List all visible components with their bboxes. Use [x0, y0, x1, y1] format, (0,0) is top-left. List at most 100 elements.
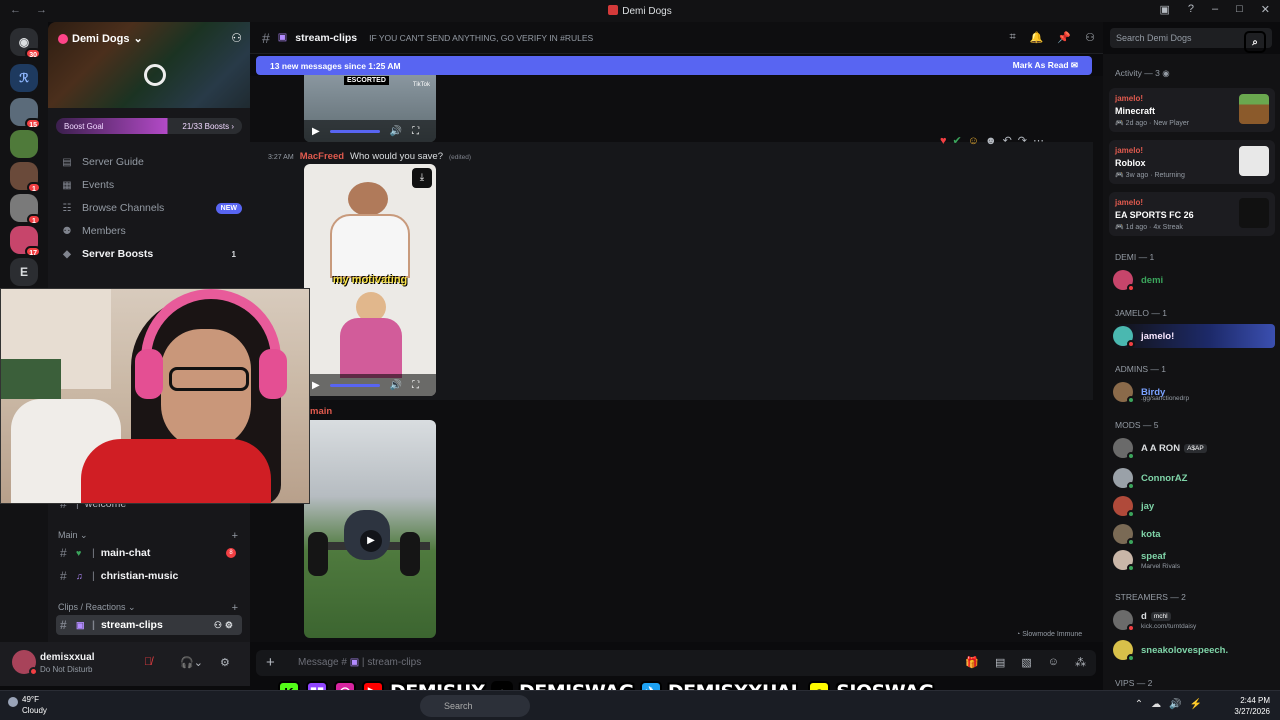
add-reaction-icon[interactable]: ☻	[985, 135, 997, 147]
gift-icon[interactable]: 🎁	[965, 656, 979, 669]
member-kota[interactable]: kota	[1113, 522, 1273, 546]
gif-icon[interactable]: ▤	[995, 656, 1005, 669]
apps-icon[interactable]: ⁂	[1075, 656, 1086, 669]
nav-server-boosts[interactable]: ◆ Server Boosts 1	[56, 244, 242, 264]
server-icon-r[interactable]: ℛ	[10, 64, 38, 92]
bell-icon[interactable]: 🔔	[1030, 31, 1044, 44]
message-author[interactable]: main	[310, 406, 332, 417]
invite-icon[interactable]: ⚇	[231, 31, 242, 45]
server-icon-4[interactable]: 1	[10, 194, 41, 225]
server-icon-e[interactable]: E	[10, 258, 38, 286]
channel-topic[interactable]: IF YOU CAN'T SEND ANYTHING, GO VERIFY IN…	[369, 33, 593, 43]
avatar[interactable]	[12, 650, 38, 676]
headphones-icon[interactable]: 🎧⌄	[180, 656, 203, 669]
member-aaron[interactable]: A A RON A$AP	[1113, 436, 1273, 460]
search-input[interactable]: Search Demi Dogs ⌕	[1110, 28, 1272, 53]
activity-card[interactable]: jamelo! EA SPORTS FC 26 🎮 1d ago · 4x St…	[1109, 192, 1275, 236]
gear-icon[interactable]: ⚙	[220, 656, 230, 669]
progress-bar[interactable]	[329, 383, 380, 387]
activity-card[interactable]: jamelo! Roblox 🎮 3w ago · Returning	[1109, 140, 1275, 184]
more-icon[interactable]: ⋯	[1033, 134, 1044, 147]
maximize-button[interactable]: □	[1236, 3, 1243, 16]
channel-main-chat[interactable]: # ♥ | main-chat 8	[56, 543, 242, 563]
video-attachment[interactable]: ▶	[304, 420, 436, 638]
video-attachment[interactable]: ESCORTED TikTok ▶ 🔊 ⛶	[304, 70, 436, 142]
server-icon-3[interactable]: 1	[10, 162, 41, 193]
forward-icon[interactable]: ↷	[1018, 134, 1027, 147]
server-icon-demi-dogs[interactable]: 17	[10, 226, 41, 257]
avatar	[1113, 550, 1135, 572]
taskbar-search[interactable]: Search	[420, 695, 530, 717]
inbox-icon[interactable]: ▣	[1159, 3, 1169, 16]
member-jay[interactable]: jay	[1113, 494, 1273, 518]
fullscreen-icon[interactable]: ⛶	[412, 380, 419, 391]
channel-christian-music[interactable]: # ♫ | christian-music	[56, 566, 242, 586]
weather-icon	[8, 697, 18, 707]
close-button[interactable]: ✕	[1261, 3, 1270, 16]
fullscreen-icon[interactable]: ⛶	[412, 126, 419, 137]
server-badge-icon	[58, 33, 68, 44]
message-composer[interactable]: + Message # ▣ | stream-clips 🎁 ▤ ▧ ☺ ⁂	[256, 650, 1096, 676]
server-icon-1[interactable]: 15	[10, 98, 41, 129]
group-heading: STREAMERS — 2	[1115, 592, 1186, 602]
member-birdy[interactable]: Birdy .gg/sanctionedrp	[1113, 380, 1273, 404]
avatar	[1113, 382, 1135, 404]
composer-placeholder: Message # ▣ | stream-clips	[298, 657, 422, 668]
boost-goal-bar[interactable]: Boost Goal 21/33 Boosts ›	[56, 118, 242, 134]
member-connor[interactable]: ConnorAZ	[1113, 466, 1273, 490]
sticker-icon[interactable]: ▧	[1021, 656, 1031, 669]
new-messages-bar[interactable]: 13 new messages since 1:25 AM Mark As Re…	[256, 56, 1092, 75]
emoji-icon[interactable]: ☺	[1048, 656, 1059, 669]
status-icon	[1127, 482, 1135, 490]
channel-settings-icon[interactable]: ⚇⚙	[214, 620, 236, 631]
server-icon-2[interactable]	[10, 130, 38, 158]
nav-browse-channels[interactable]: ☷ Browse Channels NEW	[56, 198, 242, 218]
laugh-reaction-icon[interactable]: ☺	[968, 135, 979, 147]
member-d[interactable]: d mchl kick.com/turntdaisy	[1113, 608, 1273, 632]
server-name-dropdown[interactable]: Demi Dogs ⌄	[58, 32, 143, 45]
member-jamelo[interactable]: jamelo!	[1113, 324, 1275, 348]
server-banner[interactable]: Demi Dogs ⌄ ⚇	[48, 22, 250, 108]
weather-widget[interactable]: 49°F Cloudy	[22, 694, 47, 716]
message-author[interactable]: MacFreed	[300, 151, 344, 162]
system-tray[interactable]: ⌃☁🔊⚡	[1135, 699, 1210, 710]
member-list-icon[interactable]: ⚇	[1085, 31, 1095, 44]
weather-temp: 49°F	[22, 695, 39, 704]
threads-icon[interactable]: ⌗	[1010, 31, 1016, 44]
download-icon[interactable]: ⤓	[412, 168, 432, 188]
check-reaction-icon[interactable]: ✔	[953, 134, 962, 147]
play-icon[interactable]: ▶	[312, 126, 320, 137]
heart-reaction-icon[interactable]: ♥	[940, 135, 947, 147]
category-clips[interactable]: Clips / Reactions ⌄ +	[58, 602, 238, 614]
direct-messages-icon[interactable]: ◉ 30	[10, 28, 41, 59]
activity-card[interactable]: jamelo! Minecraft 🎮 2d ago · New Player	[1109, 88, 1275, 132]
mute-icon[interactable]: 🎙̸	[144, 656, 152, 668]
member-demi[interactable]: demi	[1113, 268, 1273, 292]
play-icon[interactable]: ▶	[360, 530, 382, 552]
reply-icon[interactable]: ↶	[1003, 134, 1012, 147]
username[interactable]: demisxxual	[40, 652, 94, 663]
music-note-icon: ♫	[76, 571, 83, 581]
mark-as-read-button[interactable]: Mark As Read ✉	[1013, 60, 1078, 71]
pin-icon[interactable]: 📌	[1057, 31, 1071, 44]
add-channel-icon[interactable]: +	[232, 602, 238, 614]
minimize-button[interactable]: –	[1212, 3, 1218, 16]
attach-icon[interactable]: +	[266, 654, 275, 671]
nav-members[interactable]: ⚉ Members	[56, 221, 242, 241]
volume-icon[interactable]: 🔊	[390, 126, 402, 137]
member-sneak[interactable]: sneakolovespeech.	[1113, 638, 1273, 662]
member-speaf[interactable]: speaf Marvel Rivals	[1113, 548, 1273, 572]
play-icon[interactable]: ▶	[312, 380, 320, 391]
add-channel-icon[interactable]: +	[232, 530, 238, 542]
taskbar-clock[interactable]: 2:44 PM 3/27/2026	[1234, 695, 1270, 717]
nav-label: Members	[82, 225, 126, 237]
video-attachment[interactable]: my motivating ⤓ ▶ 🔊 ⛶	[304, 164, 436, 396]
category-main[interactable]: Main ⌄ +	[58, 530, 238, 542]
activity-user: jamelo!	[1115, 146, 1144, 155]
channel-stream-clips[interactable]: # ▣ | stream-clips ⚇⚙	[56, 615, 242, 635]
nav-events[interactable]: ▦ Events	[56, 175, 242, 195]
help-icon[interactable]: ?	[1188, 3, 1194, 16]
nav-server-guide[interactable]: ▤ Server Guide	[56, 152, 242, 172]
volume-icon[interactable]: 🔊	[390, 380, 402, 391]
progress-bar[interactable]	[329, 129, 380, 133]
